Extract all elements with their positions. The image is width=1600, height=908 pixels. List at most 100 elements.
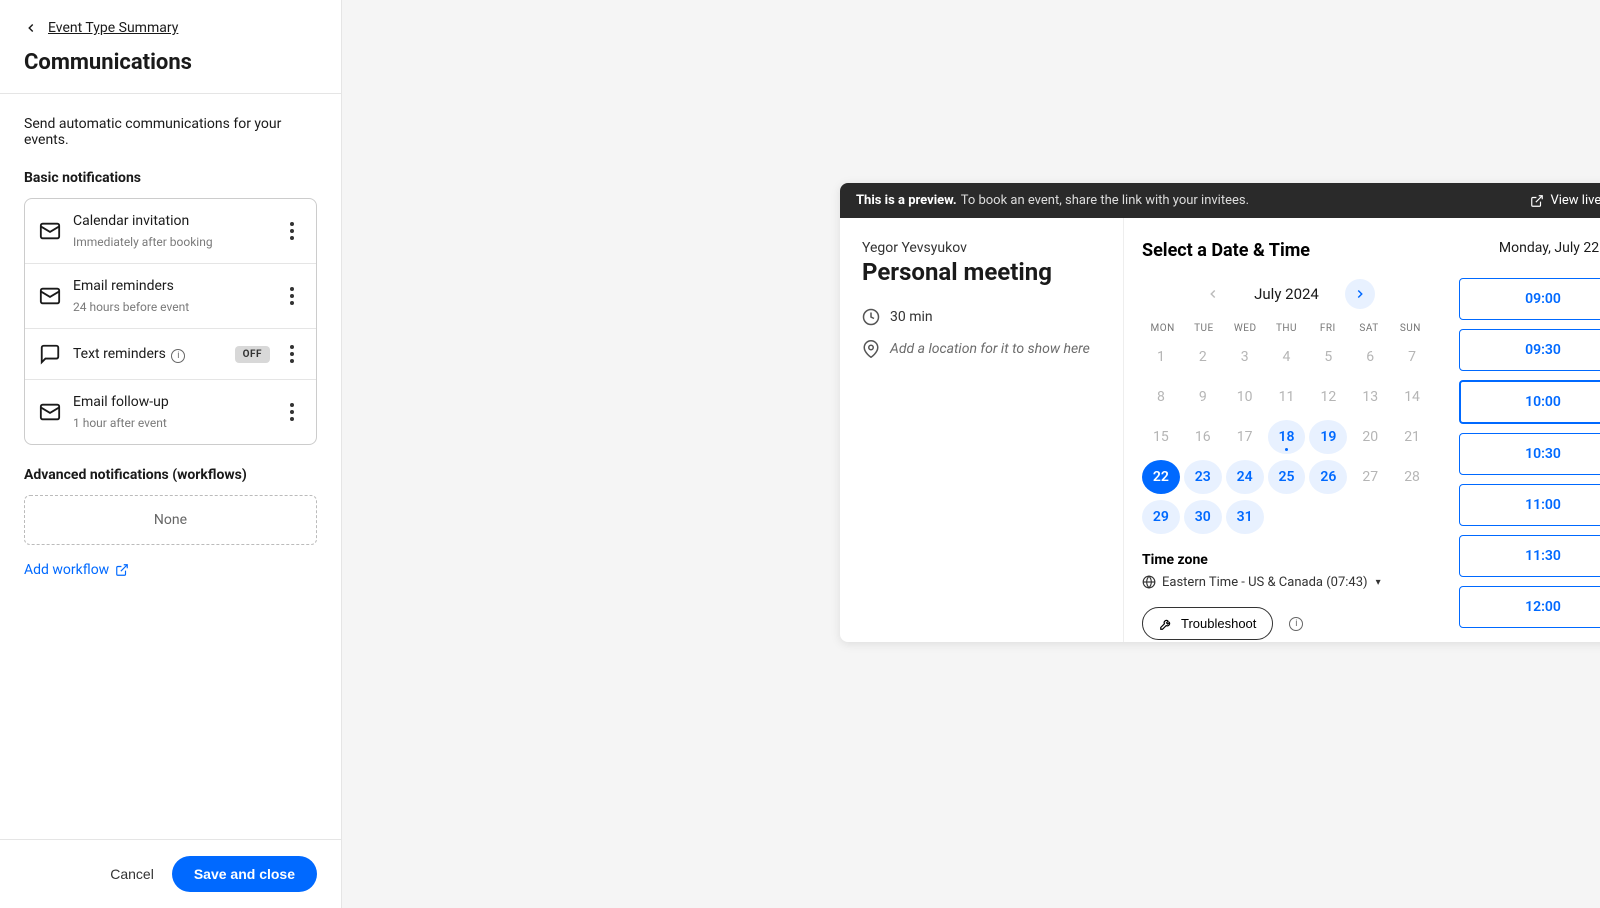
calendar-day[interactable]: 29 xyxy=(1142,500,1180,534)
calendar-day: 1 xyxy=(1142,340,1180,374)
notification-list: Calendar invitation Immediately after bo… xyxy=(24,198,317,445)
sidebar-header: Event Type Summary Communications xyxy=(0,0,341,94)
dow-label: SAT xyxy=(1348,323,1389,334)
calendar-day[interactable]: 23 xyxy=(1184,460,1222,494)
notification-title: Calendar invitation xyxy=(73,213,270,229)
calendar-day: 12 xyxy=(1309,380,1347,414)
calendar-day[interactable]: 31 xyxy=(1226,500,1264,534)
location-icon xyxy=(862,340,880,358)
chat-icon xyxy=(39,343,61,365)
selected-date: Monday, July 22 xyxy=(1459,240,1600,256)
info-icon[interactable]: i xyxy=(1289,617,1303,631)
calendar-day: 15 xyxy=(1142,420,1180,454)
notification-title: Email reminders xyxy=(73,278,270,294)
view-live-link[interactable]: View live page xyxy=(1530,193,1600,208)
kebab-menu-icon[interactable] xyxy=(282,403,302,421)
calendar-day: 4 xyxy=(1268,340,1306,374)
timeslot-button[interactable]: 11:30 xyxy=(1459,535,1600,577)
timeslot-button[interactable]: 10:00 xyxy=(1459,380,1600,424)
add-workflow-label: Add workflow xyxy=(24,562,109,578)
calendar-day: 3 xyxy=(1226,340,1264,374)
notification-title: Email follow-up xyxy=(73,394,270,410)
notification-row[interactable]: Calendar invitation Immediately after bo… xyxy=(25,199,316,264)
calendar-day: 27 xyxy=(1351,460,1389,494)
calendar-day[interactable]: 19 xyxy=(1309,420,1347,454)
calendar-day: 7 xyxy=(1393,340,1431,374)
troubleshoot-button[interactable]: Troubleshoot xyxy=(1142,607,1273,640)
calendar-day: 9 xyxy=(1184,380,1222,414)
page-title: Communications xyxy=(24,50,317,93)
timeslot-button[interactable]: 09:30 xyxy=(1459,329,1600,371)
host-name: Yegor Yevsyukov xyxy=(862,240,1101,256)
calendar-day: 14 xyxy=(1393,380,1431,414)
calendar-day[interactable]: 22 xyxy=(1142,460,1180,494)
notification-row[interactable]: Email reminders 24 hours before event xyxy=(25,264,316,329)
timezone-heading: Time zone xyxy=(1142,552,1431,568)
calendar-day: 21 xyxy=(1393,420,1431,454)
month-nav: July 2024 xyxy=(1142,279,1431,309)
info-icon[interactable]: i xyxy=(171,349,185,363)
timeslot-button[interactable]: 09:00 xyxy=(1459,278,1600,320)
cancel-button[interactable]: Cancel xyxy=(110,866,154,882)
select-date-heading: Select a Date & Time xyxy=(1142,240,1431,261)
basic-notifications-heading: Basic notifications xyxy=(24,170,317,186)
preview-card: This is a preview. To book an event, sha… xyxy=(840,183,1600,642)
dow-label: SUN xyxy=(1390,323,1431,334)
chevron-left-icon xyxy=(24,21,38,35)
back-link[interactable]: Event Type Summary xyxy=(24,20,317,36)
calendar-day[interactable]: 24 xyxy=(1226,460,1264,494)
mail-icon xyxy=(39,401,61,423)
settings-sidebar: Event Type Summary Communications Send a… xyxy=(0,0,342,908)
timezone-select[interactable]: Eastern Time - US & Canada (07:43) ▾ xyxy=(1142,575,1381,590)
save-button[interactable]: Save and close xyxy=(172,856,317,892)
calendar-day: 17 xyxy=(1226,420,1264,454)
clock-icon xyxy=(862,308,880,326)
calendar-day[interactable]: 18 xyxy=(1268,420,1306,454)
sidebar-footer: Cancel Save and close xyxy=(0,839,341,908)
calendar-day: 10 xyxy=(1226,380,1264,414)
calendar-day: 2 xyxy=(1184,340,1222,374)
preview-bar-text: To book an event, share the link with yo… xyxy=(961,193,1249,208)
preview-bar-bold: This is a preview. xyxy=(856,193,957,208)
prev-month-button[interactable] xyxy=(1198,279,1228,309)
timeslot-button[interactable]: 10:30 xyxy=(1459,433,1600,475)
calendar-day: 11 xyxy=(1268,380,1306,414)
next-month-button[interactable] xyxy=(1345,279,1375,309)
timezone-block: Time zone Eastern Time - US & Canada (07… xyxy=(1142,552,1431,593)
calendar-day: 28 xyxy=(1393,460,1431,494)
timeslots-column: Monday, July 22 09:00 09:30 10:00 10:30 11:0… xyxy=(1449,218,1600,642)
calendar-day: 16 xyxy=(1184,420,1222,454)
duration-row: 30 min xyxy=(862,308,1101,326)
event-title: Personal meeting xyxy=(862,258,1101,286)
calendar-day[interactable]: 30 xyxy=(1184,500,1222,534)
back-link-text: Event Type Summary xyxy=(48,20,178,36)
view-live-label: View live page xyxy=(1550,193,1600,208)
troubleshoot-label: Troubleshoot xyxy=(1181,616,1256,631)
add-workflow-link[interactable]: Add workflow xyxy=(24,562,129,578)
calendar-day: 20 xyxy=(1351,420,1389,454)
location-placeholder: Add a location for it to show here xyxy=(890,341,1090,357)
event-info-column: Yegor Yevsyukov Personal meeting 30 min … xyxy=(840,218,1124,642)
calendar-day: 5 xyxy=(1309,340,1347,374)
calendar-column: Select a Date & Time July 2024 MONTUEWED… xyxy=(1124,218,1449,642)
kebab-menu-icon[interactable] xyxy=(282,287,302,305)
notification-title: Text reminders i xyxy=(73,346,223,363)
notification-row[interactable]: Text reminders i OFF xyxy=(25,329,316,380)
calendar-grid: 1234567891011121314151617181920212223242… xyxy=(1142,340,1431,534)
calendar-day[interactable]: 26 xyxy=(1309,460,1347,494)
external-link-icon xyxy=(1530,194,1544,208)
location-row[interactable]: Add a location for it to show here xyxy=(862,340,1101,358)
month-label: July 2024 xyxy=(1254,285,1319,303)
advanced-none-box: None xyxy=(24,495,317,545)
advanced-notifications-heading: Advanced notifications (workflows) xyxy=(24,467,317,483)
kebab-menu-icon[interactable] xyxy=(282,222,302,240)
timeslot-button[interactable]: 12:00 xyxy=(1459,586,1600,628)
caret-down-icon: ▾ xyxy=(1376,577,1381,588)
dow-label: MON xyxy=(1142,323,1183,334)
duration-text: 30 min xyxy=(890,309,933,325)
dow-label: WED xyxy=(1225,323,1266,334)
kebab-menu-icon[interactable] xyxy=(282,345,302,363)
calendar-day[interactable]: 25 xyxy=(1268,460,1306,494)
timeslot-button[interactable]: 11:00 xyxy=(1459,484,1600,526)
notification-row[interactable]: Email follow-up 1 hour after event xyxy=(25,380,316,444)
